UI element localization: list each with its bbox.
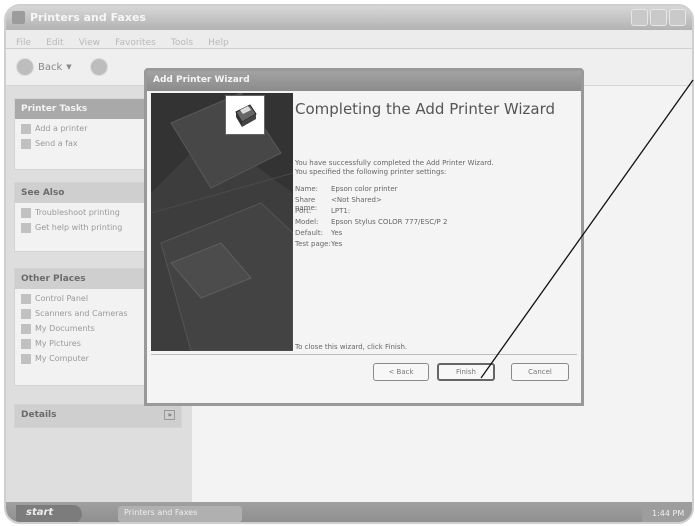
menu-help[interactable]: Help — [208, 38, 229, 48]
setting-value: <Not Shared> — [331, 196, 382, 204]
wizard-printer-graphic — [151, 93, 293, 351]
add-printer-wizard-dialog: Add Printer Wizard Completing the Add Pr… — [144, 68, 584, 406]
setting-key: Name: — [295, 185, 319, 193]
back-label: Back — [38, 61, 63, 73]
my-documents-label: My Documents — [35, 324, 95, 333]
wizard-close-note: To close this wizard, click Finish. — [295, 343, 408, 351]
screen-frame: Printers and Faxes File Edit View Favori… — [4, 4, 694, 524]
setting-key: Share name: — [295, 196, 318, 212]
details-panel: Details » — [14, 404, 182, 428]
setting-value: Yes — [331, 240, 343, 248]
start-button[interactable]: start — [16, 505, 82, 522]
minimize-button[interactable] — [631, 9, 648, 26]
forward-button[interactable] — [90, 58, 108, 76]
printer-illustration-icon — [151, 93, 293, 351]
help-icon — [21, 222, 31, 233]
setting-row-model: Model: Epson Stylus COLOR 777/ESC/P 2 — [295, 218, 447, 229]
menu-edit[interactable]: Edit — [46, 38, 63, 48]
wizard-logo-icon — [225, 95, 265, 135]
add-printer-label: Add a printer — [35, 124, 88, 133]
scanner-icon — [21, 308, 31, 319]
printer-icon — [235, 104, 257, 127]
taskbar-window-button[interactable]: Printers and Faxes — [118, 506, 242, 522]
chevron-down-icon: ▼ — [66, 63, 72, 71]
send-fax-label: Send a fax — [35, 139, 78, 148]
menu-tools[interactable]: Tools — [171, 38, 193, 48]
setting-row-name: Name: Epson color printer — [295, 185, 447, 196]
my-pictures-label: My Pictures — [35, 339, 81, 348]
documents-folder-icon — [21, 323, 31, 334]
window-titlebar[interactable]: Printers and Faxes — [6, 6, 692, 30]
setting-row-default: Default: Yes — [295, 229, 447, 240]
back-arrow-icon — [16, 58, 34, 76]
setting-value: Epson Stylus COLOR 777/ESC/P 2 — [331, 218, 448, 226]
menu-file[interactable]: File — [16, 38, 31, 48]
setting-value: LPT1: — [331, 207, 351, 215]
printer-settings-list: Name: Epson color printer Share name: <Not… — [295, 185, 447, 251]
setting-key: Port: — [295, 207, 312, 215]
computer-icon — [21, 353, 31, 364]
cancel-button[interactable]: Cancel — [511, 363, 569, 381]
window-title: Printers and Faxes — [30, 11, 146, 24]
back-button[interactable]: Back ▼ — [16, 58, 72, 76]
wizard-button-separator — [151, 354, 577, 355]
printers-folder-icon — [12, 11, 25, 24]
setting-key: Model: — [295, 218, 319, 226]
wizard-intro-line-1: You have successfully completed the Add … — [295, 159, 494, 167]
menu-favorites[interactable]: Favorites — [115, 38, 156, 48]
my-computer-label: My Computer — [35, 354, 89, 363]
setting-row-port: Port: LPT1: — [295, 207, 447, 218]
finish-button[interactable]: Finish — [437, 363, 495, 381]
add-printer-icon — [21, 123, 31, 134]
setting-row-test-page: Test page: Yes — [295, 240, 447, 251]
close-button[interactable] — [669, 9, 686, 26]
back-wizard-button[interactable]: < Back — [373, 363, 429, 381]
window-controls — [631, 9, 686, 26]
details-header[interactable]: Details » — [15, 405, 181, 427]
wizard-heading: Completing the Add Printer Wizard — [295, 100, 556, 118]
forward-arrow-icon — [90, 58, 108, 76]
control-panel-label: Control Panel — [35, 294, 89, 303]
wizard-intro-line-2: You specified the following printer sett… — [295, 168, 447, 176]
setting-row-share: Share name: <Not Shared> — [295, 196, 447, 212]
pictures-folder-icon — [21, 338, 31, 349]
details-label: Details — [21, 410, 57, 420]
setting-value: Epson color printer — [331, 185, 398, 193]
control-panel-icon — [21, 293, 31, 304]
help-printing-label: Get help with printing — [35, 223, 123, 232]
troubleshoot-label: Troubleshoot printing — [35, 208, 120, 217]
maximize-button[interactable] — [650, 9, 667, 26]
wizard-titlebar[interactable]: Add Printer Wizard — [147, 71, 581, 91]
menu-bar: File Edit View Favorites Tools Help — [6, 30, 692, 49]
setting-value: Yes — [331, 229, 343, 237]
taskbar: start Printers and Faxes 1:44 PM — [6, 502, 692, 522]
setting-key: Default: — [295, 229, 323, 237]
troubleshoot-icon — [21, 207, 31, 218]
system-tray-clock: 1:44 PM — [642, 502, 692, 522]
expand-chevron-icon[interactable]: » — [164, 410, 175, 420]
menu-view[interactable]: View — [79, 38, 100, 48]
scanners-cameras-label: Scanners and Cameras — [35, 309, 128, 318]
setting-key: Test page: — [295, 240, 331, 248]
fax-icon — [21, 138, 31, 149]
